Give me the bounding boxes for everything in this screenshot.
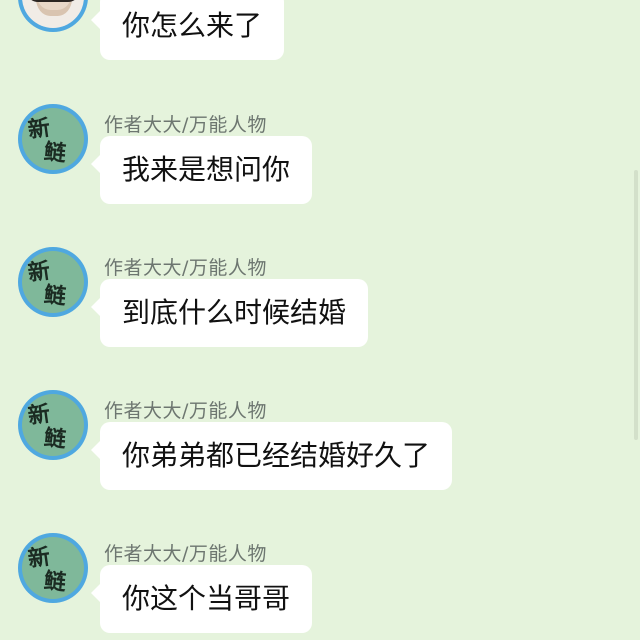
chat-view[interactable]: 你怎么来了 新 鲢 作者大大/万能人物 我来是想问你 新 鲢 作者大大/万能人物…: [0, 0, 640, 640]
sender-name: 作者大大/万能人物: [104, 114, 267, 136]
scrollbar[interactable]: [634, 170, 638, 440]
photo-avatar-image: [22, 0, 84, 28]
avatar-char: 新: [26, 257, 52, 287]
xinlian-logo-avatar: 新 鲢: [22, 537, 84, 599]
message-text: 你这个当哥哥: [122, 582, 291, 615]
avatar[interactable]: 新 鲢: [18, 104, 88, 174]
avatar-char: 鲢: [42, 138, 68, 168]
xinlian-logo-avatar: 新 鲢: [22, 108, 84, 170]
message-bubble[interactable]: 我来是想问你: [90, 136, 313, 204]
avatar[interactable]: 新 鲢: [18, 390, 88, 460]
message-bubble[interactable]: 你怎么来了: [90, 0, 285, 60]
avatar-face: [36, 0, 72, 16]
avatar-char: 鲢: [42, 567, 68, 597]
xinlian-logo-avatar: 新 鲢: [22, 251, 84, 313]
avatar-hair: [28, 0, 78, 2]
sender-name: 作者大大/万能人物: [104, 257, 267, 279]
message-bubble[interactable]: 你这个当哥哥: [90, 565, 313, 633]
avatar-char: 鲢: [42, 424, 68, 454]
sender-name: 作者大大/万能人物: [104, 543, 267, 565]
xinlian-logo-avatar: 新 鲢: [22, 394, 84, 456]
message-text: 我来是想问你: [122, 153, 291, 186]
avatar[interactable]: 新 鲢: [18, 533, 88, 603]
avatar-char: 新: [26, 543, 52, 573]
avatar[interactable]: 新 鲢: [18, 247, 88, 317]
sender-name: 作者大大/万能人物: [104, 400, 267, 422]
message-bubble[interactable]: 到底什么时候结婚: [90, 279, 369, 347]
message-text: 你弟弟都已经结婚好久了: [122, 439, 431, 472]
message-text: 你怎么来了: [122, 9, 263, 42]
avatar[interactable]: [18, 0, 88, 32]
message-text: 到底什么时候结婚: [122, 296, 347, 329]
avatar-char: 新: [26, 400, 52, 430]
avatar-char: 鲢: [42, 281, 68, 311]
avatar-char: 新: [26, 114, 52, 144]
message-bubble[interactable]: 你弟弟都已经结婚好久了: [90, 422, 453, 490]
